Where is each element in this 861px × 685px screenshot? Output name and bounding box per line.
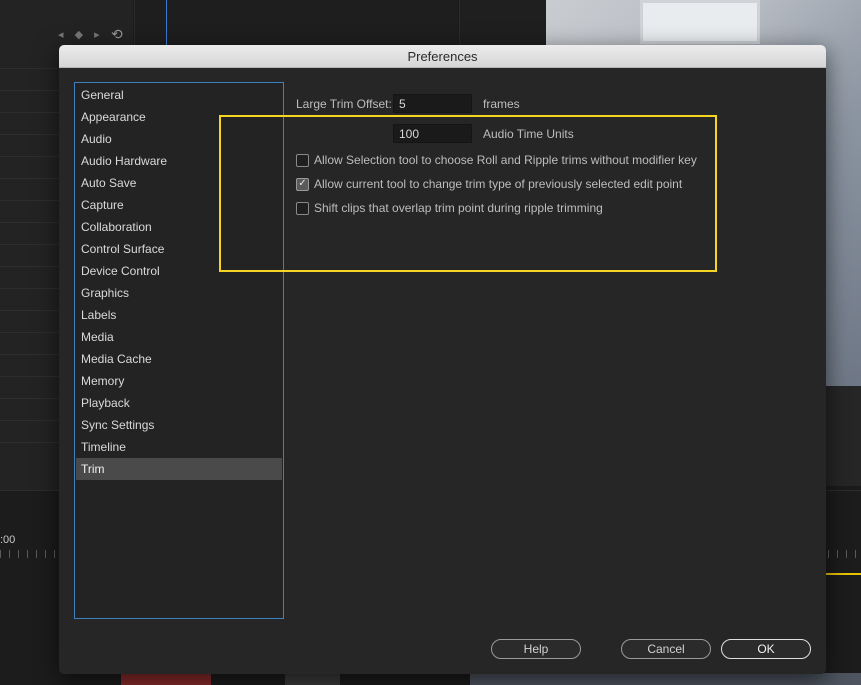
nav-item-sync-settings[interactable]: Sync Settings (76, 414, 282, 436)
selection-tool-checkbox[interactable] (296, 153, 309, 167)
nav-item-control-surface[interactable]: Control Surface (76, 238, 282, 260)
help-button[interactable]: Help (491, 639, 581, 659)
background-work-area-bar (826, 573, 861, 575)
nav-item-timeline[interactable]: Timeline (76, 436, 282, 458)
audio-trim-offset-input[interactable] (393, 124, 472, 143)
undo-icon: ⟲ (111, 26, 123, 42)
nav-item-media-cache[interactable]: Media Cache (76, 348, 282, 370)
option-shift-overlapping-clips[interactable]: Shift clips that overlap trim point duri… (296, 201, 603, 215)
ok-button[interactable]: OK (721, 639, 811, 659)
preferences-dialog: Preferences General Appearance Audio Aud… (59, 45, 826, 674)
background-ruler-ticks (0, 550, 60, 558)
nav-item-general[interactable]: General (76, 84, 282, 106)
option-current-tool-change-trim[interactable]: ✓ Allow current tool to change trim type… (296, 177, 682, 191)
nav-item-media[interactable]: Media (76, 326, 282, 348)
background-clip (285, 673, 340, 685)
cancel-button[interactable]: Cancel (621, 639, 711, 659)
nav-item-audio-hardware[interactable]: Audio Hardware (76, 150, 282, 172)
selection-tool-option-label: Allow Selection tool to choose Roll and … (314, 153, 697, 167)
background-marker-nav-icons: ◂ ◆ ▸ (58, 29, 104, 41)
nav-item-audio[interactable]: Audio (76, 128, 282, 150)
nav-item-labels[interactable]: Labels (76, 304, 282, 326)
background-ruler-ticks-right (828, 550, 861, 558)
nav-item-playback[interactable]: Playback (76, 392, 282, 414)
nav-item-device-control[interactable]: Device Control (76, 260, 282, 282)
current-tool-option-label: Allow current tool to change trim type o… (314, 177, 683, 191)
shift-clips-checkbox[interactable] (296, 201, 309, 215)
large-trim-offset-row: Large Trim Offset: frames (296, 94, 520, 113)
dialog-title: Preferences (59, 45, 826, 68)
large-trim-offset-label: Large Trim Offset: (296, 96, 392, 111)
current-tool-checkbox[interactable]: ✓ (296, 177, 309, 191)
background-monitor-controls (825, 386, 861, 486)
nav-item-appearance[interactable]: Appearance (76, 106, 282, 128)
audio-trim-offset-unit: Audio Time Units (483, 126, 574, 141)
nav-item-graphics[interactable]: Graphics (76, 282, 282, 304)
large-trim-offset-input[interactable] (393, 94, 472, 113)
nav-item-trim[interactable]: Trim (76, 458, 282, 480)
nav-item-auto-save[interactable]: Auto Save (76, 172, 282, 194)
nav-item-capture[interactable]: Capture (76, 194, 282, 216)
shift-clips-option-label: Shift clips that overlap trim point duri… (314, 201, 603, 215)
background-clip-red (121, 673, 211, 685)
background-video-window (640, 0, 760, 44)
option-selection-tool-roll-ripple[interactable]: Allow Selection tool to choose Roll and … (296, 153, 697, 167)
background-clip-strip (470, 673, 861, 685)
nav-item-collaboration[interactable]: Collaboration (76, 216, 282, 238)
nav-item-memory[interactable]: Memory (76, 370, 282, 392)
large-trim-offset-unit: frames (483, 96, 520, 111)
background-timecode: :00 (0, 534, 16, 546)
audio-trim-offset-row: Audio Time Units (393, 124, 574, 143)
preferences-category-list: General Appearance Audio Audio Hardware … (74, 82, 284, 619)
